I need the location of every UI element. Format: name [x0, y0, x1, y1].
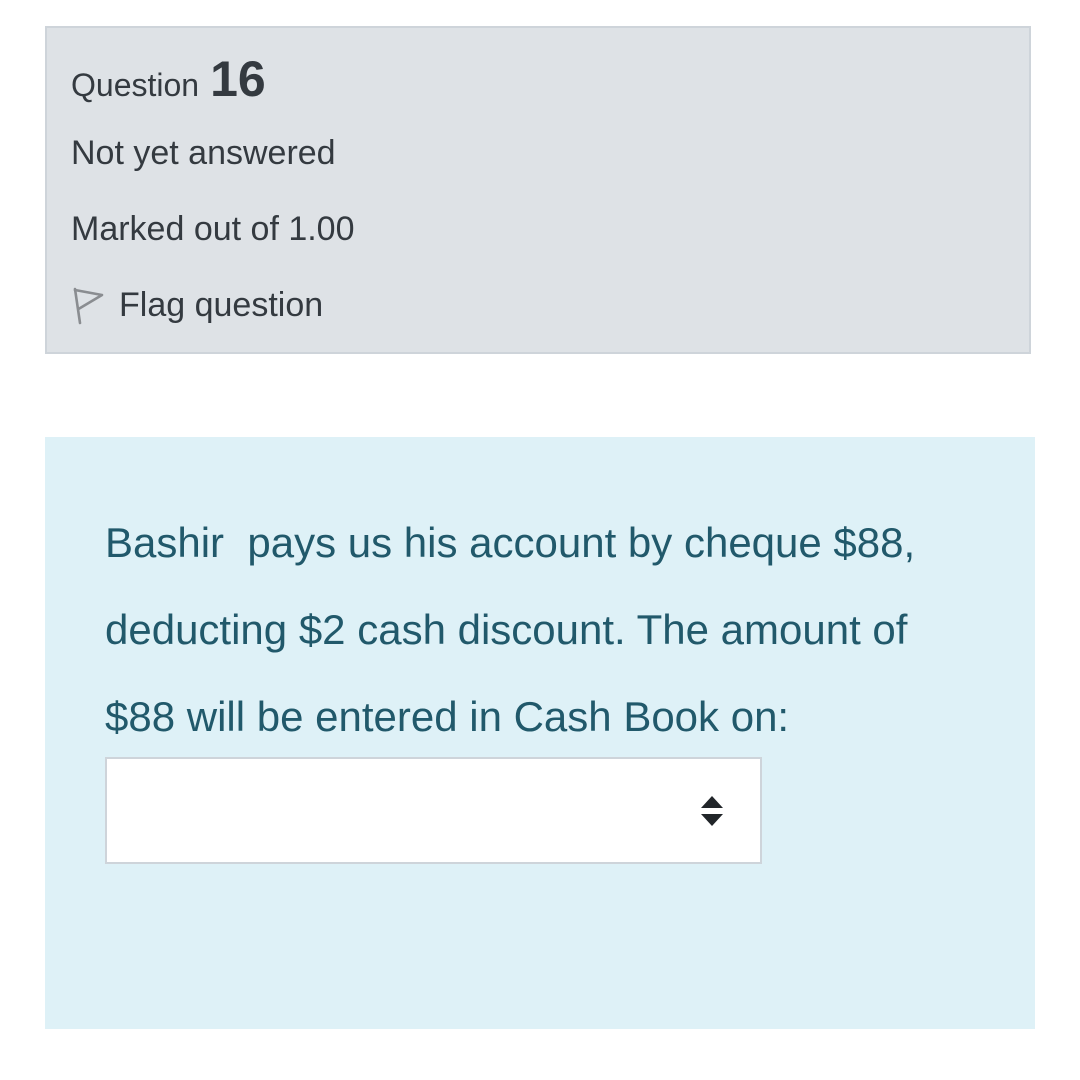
- question-state: Not yet answered: [71, 134, 336, 172]
- question-grade: Marked out of 1.00: [71, 210, 355, 248]
- question-info-panel: Question 16 Not yet answered Marked out …: [45, 26, 1031, 354]
- flag-question-link[interactable]: Flag question: [71, 286, 323, 325]
- flag-question-label: Flag question: [119, 286, 324, 324]
- question-heading: Question 16: [71, 50, 266, 108]
- flag-icon: [71, 287, 105, 325]
- sort-arrows-icon: [700, 795, 724, 827]
- question-text: Bashir pays us his account by cheque $88…: [105, 519, 916, 740]
- question-label: Question: [71, 67, 200, 103]
- question-content-panel: Bashir pays us his account by cheque $88…: [45, 437, 1035, 1029]
- answer-select[interactable]: [105, 757, 762, 864]
- question-number: 16: [210, 51, 266, 107]
